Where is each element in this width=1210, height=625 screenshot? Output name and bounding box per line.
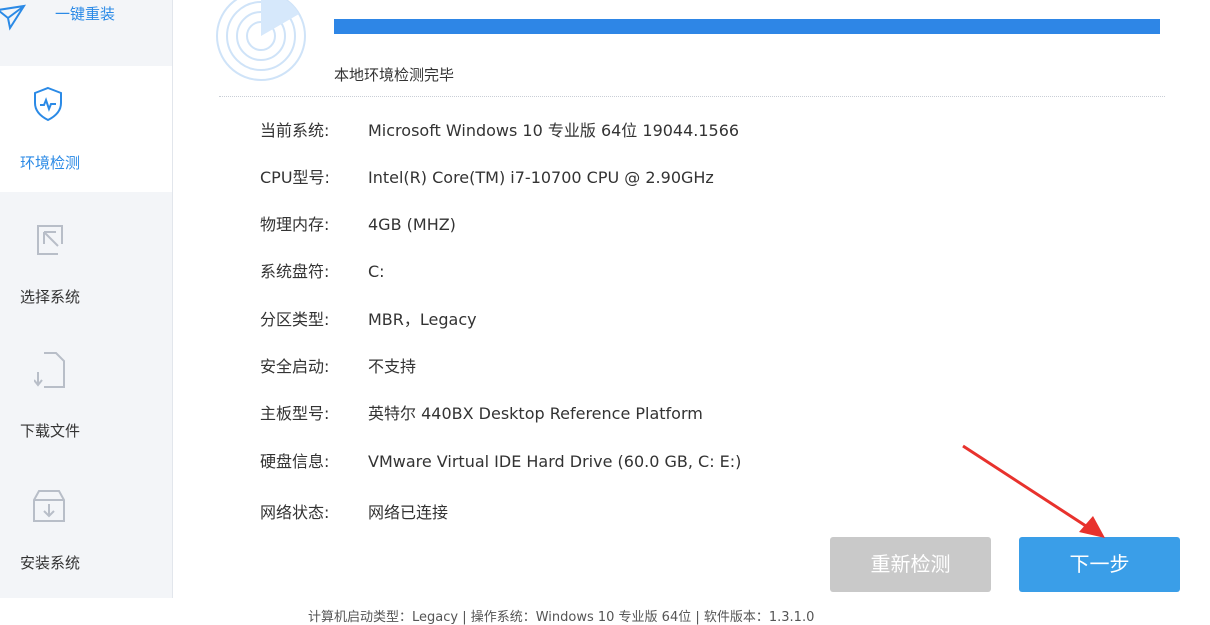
sidebar-item-install-system[interactable]: 安装系统	[0, 488, 172, 588]
red-arrow-annotation	[962, 444, 1105, 538]
sidebar-item-label: 选择系统	[19, 288, 80, 306]
shield-pulse-icon	[32, 86, 64, 126]
progress-fill	[334, 19, 1160, 34]
sidebar-item-select-system[interactable]: 选择系统	[0, 212, 172, 312]
info-row-current-system: 当前系统: Microsoft Windows 10 专业版 64位 19044.…	[260, 117, 739, 141]
cursor-select-icon	[34, 222, 66, 262]
info-key: 网络状态:	[260, 503, 330, 522]
info-key: 主板型号:	[260, 404, 330, 423]
file-download-icon	[33, 350, 66, 394]
info-value: 英特尔 440BX Desktop Reference Platform	[368, 404, 703, 423]
plane-icon	[0, 4, 30, 36]
info-value: C:	[368, 262, 385, 281]
info-value: 4GB (MHZ)	[368, 215, 456, 234]
info-key: CPU型号:	[260, 168, 330, 187]
info-row-disk: 硬盘信息: VMware Virtual IDE Hard Drive (60.0…	[260, 448, 741, 472]
sidebar-item-label: 下载文件	[19, 422, 80, 440]
radar-scan-icon	[215, 0, 307, 86]
info-value: 不支持	[368, 357, 417, 376]
progress-bar	[334, 19, 1160, 34]
info-row-partition-type: 分区类型: MBR，Legacy	[260, 306, 477, 330]
sidebar: 一键重装 环境检测 选择系统 下载文件 安装系统	[0, 0, 173, 598]
sidebar-item-label: 安装系统	[19, 554, 80, 572]
info-value: VMware Virtual IDE Hard Drive (60.0 GB, …	[368, 452, 742, 471]
sidebar-item-environment-check[interactable]: 环境检测	[0, 66, 172, 192]
status-text: 本地环境检测完毕	[334, 66, 455, 84]
info-row-network: 网络状态: 网络已连接	[260, 499, 448, 523]
info-row-secure-boot: 安全启动: 不支持	[260, 353, 416, 377]
info-row-cpu: CPU型号: Intel(R) Core(TM) i7-10700 CPU @ 2…	[260, 164, 714, 188]
info-key: 安全启动:	[260, 357, 330, 376]
sidebar-item-label: 一键重装	[54, 5, 115, 23]
info-key: 系统盘符:	[260, 262, 330, 281]
info-key: 物理内存:	[260, 215, 330, 234]
sidebar-item-one-click-reinstall[interactable]: 一键重装	[0, 0, 172, 40]
info-row-memory: 物理内存: 4GB (MHZ)	[260, 211, 456, 235]
footer-status-bar: 计算机启动类型：Legacy | 操作系统：Windows 10 专业版 64位…	[0, 598, 1210, 625]
info-value: MBR，Legacy	[368, 310, 477, 329]
info-key: 分区类型:	[260, 310, 330, 329]
info-row-motherboard: 主板型号: 英特尔 440BX Desktop Reference Platfor…	[260, 400, 703, 424]
info-value: 网络已连接	[368, 503, 449, 522]
sidebar-item-download-files[interactable]: 下载文件	[0, 348, 172, 448]
info-value: Intel(R) Core(TM) i7-10700 CPU @ 2.90GHz	[368, 168, 714, 187]
footer-text: 计算机启动类型：Legacy | 操作系统：Windows 10 专业版 64位…	[308, 610, 815, 625]
sidebar-item-label: 环境检测	[19, 154, 80, 172]
info-row-system-drive: 系统盘符: C:	[260, 258, 385, 282]
divider	[219, 96, 1165, 97]
info-key: 当前系统:	[260, 121, 330, 140]
info-key: 硬盘信息:	[260, 452, 330, 471]
info-value: Microsoft Windows 10 专业版 64位 19044.1566	[368, 121, 740, 140]
box-install-icon	[31, 488, 67, 528]
